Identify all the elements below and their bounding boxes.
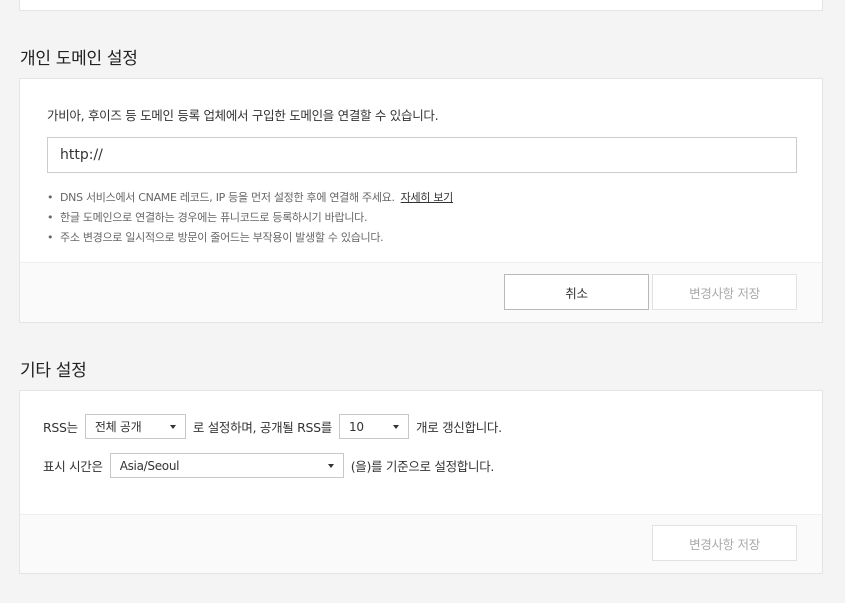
timezone-select[interactable]: Asia/Seoul	[109, 453, 344, 478]
timezone-row: 표시 시간은 Asia/Seoul (을)를 기준으로 설정합니다.	[43, 453, 494, 478]
rss-prefix-label: RSS는	[43, 420, 78, 435]
rss-count-select[interactable]: 10	[339, 414, 410, 439]
timezone-prefix-label: 표시 시간은	[43, 459, 103, 474]
note-item: • 한글 도메인으로 연결하는 경우에는 퓨니코드로 등록하시기 바랍니다.	[47, 211, 368, 224]
note-item: • 주소 변경으로 일시적으로 방문이 줄어드는 부작용이 발생할 수 있습니다.	[47, 231, 384, 244]
note-item: • DNS 서비스에서 CNAME 레코드, IP 등을 먼저 설정한 후에 연결…	[47, 191, 454, 204]
rss-visibility-select[interactable]: 전체 공개	[84, 414, 186, 439]
custom-domain-panel: 가비아, 후이즈 등 도메인 등록 업체에서 구입한 도메인을 연결할 수 있습…	[19, 78, 823, 323]
save-other-settings-button[interactable]: 변경사항 저장	[652, 525, 797, 561]
custom-domain-title: 개인 도메인 설정	[20, 49, 138, 69]
rss-visibility-value: 전체 공개	[94, 420, 142, 434]
note-text: 한글 도메인으로 연결하는 경우에는 퓨니코드로 등록하시기 바랍니다.	[60, 211, 368, 224]
cancel-button[interactable]: 취소	[504, 274, 649, 310]
other-settings-footer: 변경사항 저장	[20, 514, 822, 573]
rss-suffix-label: 개로 갱신합니다.	[416, 420, 502, 435]
domain-notes: • DNS 서비스에서 CNAME 레코드, IP 등을 먼저 설정한 후에 연결…	[47, 188, 453, 248]
domain-url-input[interactable]	[47, 137, 797, 173]
other-settings-panel: RSS는 전체 공개 로 설정하며, 공개될 RSS를 10 개로 갱신합니다.…	[19, 390, 823, 574]
note-text: DNS 서비스에서 CNAME 레코드, IP 등을 먼저 설정한 후에 연결해…	[60, 191, 395, 204]
custom-domain-footer: 취소 변경사항 저장	[20, 262, 822, 322]
chevron-down-icon	[169, 425, 176, 429]
rss-middle-label: 로 설정하며, 공개될 RSS를	[192, 420, 333, 435]
details-link[interactable]: 자세히 보기	[401, 191, 454, 204]
chevron-down-icon	[327, 464, 334, 468]
save-domain-button[interactable]: 변경사항 저장	[652, 274, 797, 310]
timezone-value: Asia/Seoul	[119, 458, 180, 473]
timezone-suffix-label: (을)를 기준으로 설정합니다.	[350, 459, 495, 474]
chevron-down-icon	[393, 425, 400, 429]
rss-count-value: 10	[349, 419, 364, 434]
other-settings-title: 기타 설정	[20, 361, 87, 381]
custom-domain-description: 가비아, 후이즈 등 도메인 등록 업체에서 구입한 도메인을 연결할 수 있습…	[47, 108, 439, 123]
note-text: 주소 변경으로 일시적으로 방문이 줄어드는 부작용이 발생할 수 있습니다.	[60, 231, 384, 244]
rss-row: RSS는 전체 공개 로 설정하며, 공개될 RSS를 10 개로 갱신합니다.	[43, 414, 502, 439]
previous-section-panel	[19, 0, 823, 11]
